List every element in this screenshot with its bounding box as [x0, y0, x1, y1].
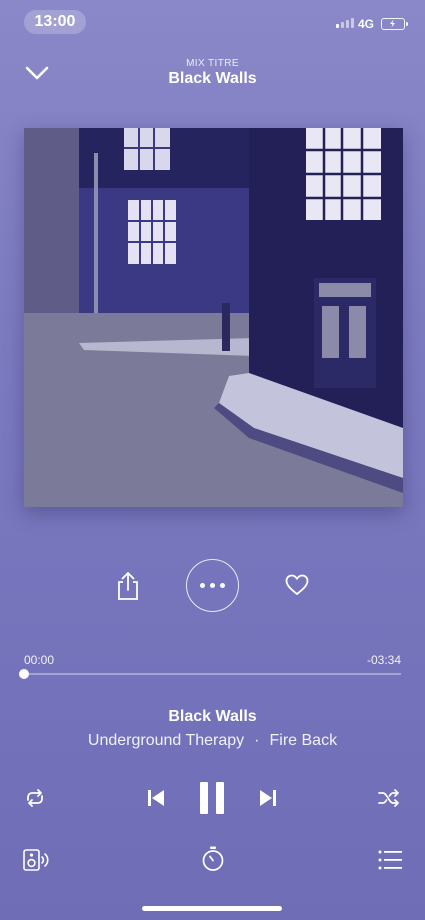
network-label: 4G	[358, 17, 375, 31]
more-horizontal-icon	[200, 583, 205, 588]
track-title: Black Walls	[168, 708, 257, 725]
queue-button[interactable]	[378, 850, 402, 870]
pause-icon	[200, 782, 224, 814]
progress-bar[interactable]	[19, 669, 401, 679]
remaining-time: -03:34	[366, 653, 401, 667]
progress-thumb[interactable]	[19, 669, 29, 679]
album-link[interactable]: Fire Back	[270, 732, 338, 749]
page-title: Black Walls	[168, 70, 257, 87]
repeat-button[interactable]	[24, 788, 46, 808]
previous-button[interactable]	[146, 788, 166, 808]
skip-next-icon	[260, 790, 276, 806]
album-artwork	[24, 128, 403, 507]
meta-separator: ·	[254, 732, 260, 749]
status-time: 13:00	[24, 10, 86, 34]
sleep-timer-button[interactable]	[201, 846, 225, 872]
output-device-button[interactable]	[23, 849, 49, 871]
pause-button[interactable]	[198, 781, 226, 815]
signal-icon	[336, 18, 354, 28]
more-options-button[interactable]	[186, 559, 239, 612]
elapsed-time: 00:00	[24, 653, 55, 667]
share-button[interactable]	[114, 571, 142, 601]
repeat-icon	[27, 789, 43, 807]
next-button[interactable]	[258, 788, 278, 808]
shuffle-button[interactable]	[378, 788, 400, 808]
shuffle-icon	[378, 789, 399, 807]
battery-icon	[381, 18, 408, 30]
heart-icon	[285, 574, 309, 595]
context-label: MIX TITRE	[186, 58, 239, 69]
share-icon	[118, 572, 138, 600]
track-meta: Underground Therapy · Fire Back	[0, 732, 425, 750]
status-bar: 13:00 4G	[0, 0, 425, 44]
like-button[interactable]	[285, 574, 309, 596]
skip-previous-icon	[148, 790, 164, 806]
sleep-timer-icon	[202, 846, 224, 871]
home-indicator[interactable]	[142, 906, 282, 911]
speaker-icon	[23, 849, 49, 871]
queue-icon	[378, 850, 402, 870]
artist-link[interactable]: Underground Therapy	[88, 732, 244, 749]
